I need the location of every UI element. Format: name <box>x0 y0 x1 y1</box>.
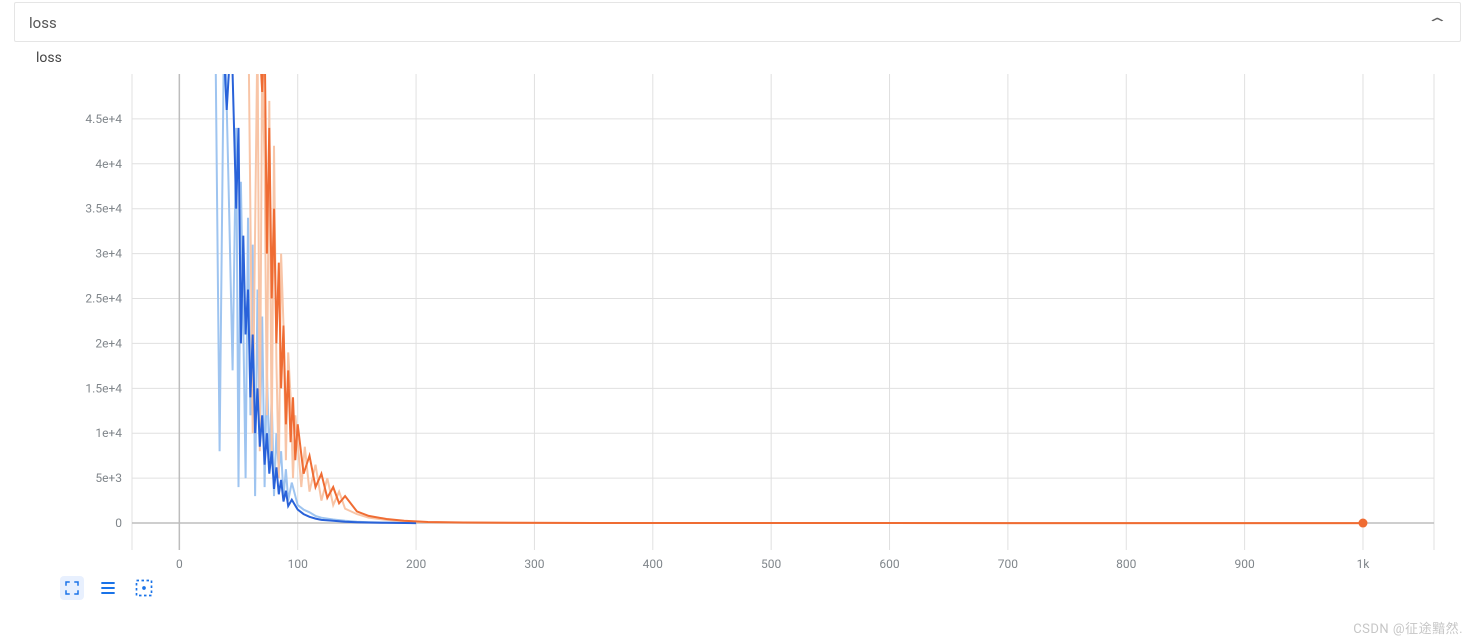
chart-plot-area[interactable]: 0 5e+3 1e+4 1.5e+4 2e+4 2.5e+4 3e+4 3.5e+4 4e+4 4… <box>14 70 1451 590</box>
svg-text:3.5e+4: 3.5e+4 <box>85 202 122 216</box>
chart-container: loss 0 5e+3 1e+4 1.5e+4 2e+4 2.5e+4 3e+4 3.5e+4… <box>14 42 1471 590</box>
svg-text:400: 400 <box>643 557 663 571</box>
svg-text:4e+4: 4e+4 <box>95 157 122 171</box>
svg-text:2e+4: 2e+4 <box>95 336 122 350</box>
chart-title: loss <box>14 42 1471 70</box>
svg-text:800: 800 <box>1116 557 1136 571</box>
svg-text:900: 900 <box>1235 557 1255 571</box>
section-card: loss ⌃ <box>14 2 1461 42</box>
fit-icon[interactable] <box>132 576 156 600</box>
expand-icon[interactable] <box>60 576 84 600</box>
card-header[interactable]: loss ⌃ <box>15 3 1460 41</box>
svg-text:700: 700 <box>998 557 1018 571</box>
svg-text:300: 300 <box>524 557 544 571</box>
svg-text:1k: 1k <box>1357 557 1371 571</box>
chart-toolbar <box>60 576 156 600</box>
svg-text:600: 600 <box>879 557 899 571</box>
svg-text:0: 0 <box>115 516 122 530</box>
svg-text:500: 500 <box>761 557 781 571</box>
svg-text:100: 100 <box>288 557 308 571</box>
chevron-up-icon[interactable]: ⌃ <box>1426 16 1449 30</box>
svg-text:1.5e+4: 1.5e+4 <box>85 381 122 395</box>
svg-text:5e+3: 5e+3 <box>95 471 122 485</box>
svg-text:200: 200 <box>406 557 426 571</box>
svg-text:2.5e+4: 2.5e+4 <box>85 292 122 306</box>
svg-text:3e+4: 3e+4 <box>95 247 122 261</box>
list-icon[interactable] <box>96 576 120 600</box>
svg-text:1e+4: 1e+4 <box>95 426 122 440</box>
watermark: CSDN @征途黯然. <box>1353 618 1463 637</box>
svg-text:4.5e+4: 4.5e+4 <box>85 112 122 126</box>
svg-text:0: 0 <box>176 557 183 571</box>
section-title: loss <box>29 14 57 32</box>
